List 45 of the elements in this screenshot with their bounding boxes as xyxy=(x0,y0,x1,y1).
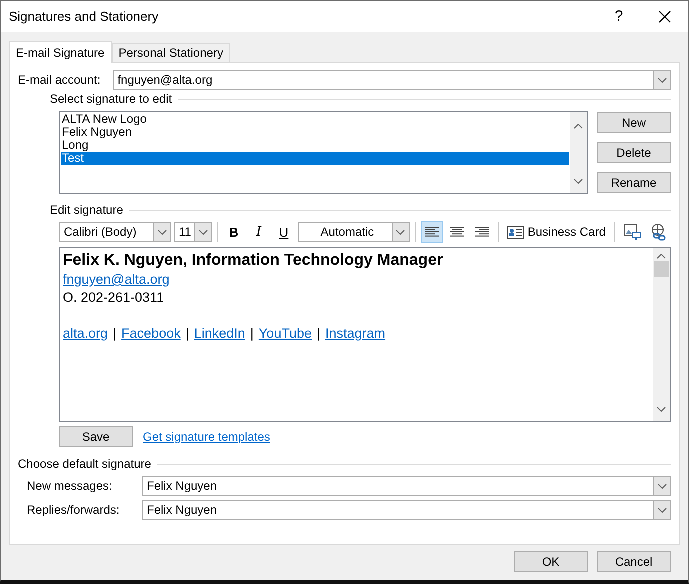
tab[interactable]: E-mail Signature xyxy=(9,41,112,63)
phone-text: O. 202-261-0311 xyxy=(63,289,166,307)
save-button[interactable]: Save xyxy=(59,426,133,447)
social-link[interactable]: alta.org xyxy=(63,326,108,341)
signature-list[interactable]: ALTA New Logo Felix Nguyen Long Test xyxy=(59,111,588,194)
social-link[interactable]: LinkedIn xyxy=(194,326,246,341)
social-link[interactable]: Instagram xyxy=(326,326,386,341)
separator-text: | xyxy=(186,326,190,341)
help-button[interactable]: ? xyxy=(596,1,642,32)
dialog-button[interactable]: OK xyxy=(514,551,588,572)
account-label: E-mail account: xyxy=(18,73,101,87)
signature-dropdown[interactable]: Felix Nguyen xyxy=(142,476,671,496)
signature-item[interactable]: Test xyxy=(61,152,569,165)
email-link[interactable]: fnguyen@alta.org xyxy=(63,272,170,287)
group-label: Choose default signature xyxy=(18,457,152,471)
dialog-button[interactable]: Cancel xyxy=(597,551,671,572)
italic-button[interactable]: I xyxy=(248,221,270,243)
signature-item[interactable]: Long xyxy=(61,139,569,152)
signature-dropdown[interactable]: Felix Nguyen xyxy=(142,500,671,520)
bold-button[interactable]: B xyxy=(222,221,245,243)
group-label: Edit signature xyxy=(50,203,124,217)
signature-button[interactable]: Rename xyxy=(597,172,671,193)
window-title: Signatures and Stationery xyxy=(9,9,160,24)
signature-name: Felix K. Nguyen, Information Technology Manager xyxy=(63,251,444,271)
separator-text: | xyxy=(316,326,320,341)
signature-item[interactable]: Felix Nguyen xyxy=(61,126,569,139)
group-label: Select signature to edit xyxy=(50,92,172,106)
color-dropdown[interactable]: Automatic xyxy=(298,222,410,242)
signature-item[interactable]: ALTA New Logo xyxy=(61,113,569,126)
signature-editor[interactable]: Felix K. Nguyen, Information Technology Manager fnguyen@alta.org O. 202-261-0311 alta.org | Facebook | LinkedIn | YouTube | Instagram xyxy=(59,247,671,422)
default-label: New messages: xyxy=(27,479,114,493)
font-dropdown[interactable]: Calibri (Body) xyxy=(59,222,171,242)
separator-text: | xyxy=(113,326,117,341)
templates-link[interactable]: Get signature templates xyxy=(143,430,270,444)
tab[interactable]: Personal Stationery xyxy=(112,43,230,62)
account-dropdown[interactable]: fnguyen@alta.org xyxy=(112,70,671,90)
size-dropdown[interactable]: 11 xyxy=(174,222,212,242)
signature-button[interactable]: New xyxy=(597,112,671,133)
default-label: Replies/forwards: xyxy=(27,503,121,517)
social-link[interactable]: YouTube xyxy=(258,326,312,341)
business-card-button[interactable]: Business Card xyxy=(504,221,609,243)
social-link[interactable]: Facebook xyxy=(122,326,181,341)
underline-button[interactable]: U xyxy=(272,221,295,243)
signature-button[interactable]: Delete xyxy=(597,142,671,163)
separator-text: | xyxy=(250,326,254,341)
